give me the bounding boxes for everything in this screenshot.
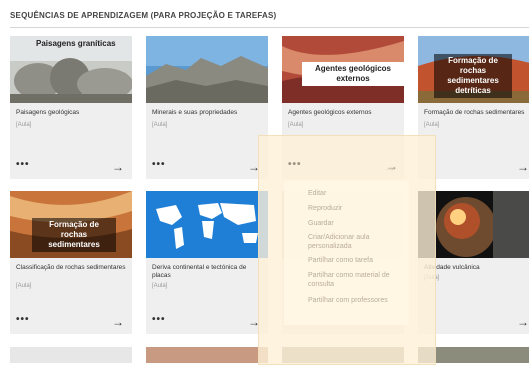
menu-item-partilhar-material[interactable]: Partilhar como material de consulta — [308, 272, 403, 289]
card-type: [Aula] — [16, 283, 32, 289]
menu-item-reproduzir[interactable]: Reproduzir — [308, 205, 403, 214]
thumbnail-caption: Formação de rochas sedimentares detrític… — [434, 54, 512, 98]
menu-item-partilhar-professores[interactable]: Partilhar com professores — [308, 297, 403, 306]
menu-item-partilhar-tarefa[interactable]: Partilhar como tarefa — [308, 257, 403, 266]
card-title: Deriva continental e tectónica de placas — [152, 264, 247, 279]
menu-item-editar[interactable]: Editar — [308, 190, 403, 199]
card-title: Classificação de rochas sedimentares — [16, 264, 126, 271]
lesson-card-partial[interactable] — [146, 347, 268, 363]
card-title: Paisagens geológicas — [16, 109, 80, 116]
more-options-button[interactable]: ••• — [152, 315, 166, 325]
open-arrow-icon[interactable]: → — [386, 160, 398, 172]
open-arrow-icon[interactable]: → — [112, 161, 124, 173]
thumbnail-caption: Agentes geológicos externos — [302, 62, 404, 86]
card-type: [Aula] — [152, 283, 168, 289]
card-type: [Aula] — [424, 122, 440, 128]
thumbnail-caption: Formação de rochas sedimentares — [32, 218, 116, 252]
more-options-button-active[interactable]: ••• — [288, 160, 302, 170]
open-arrow-icon[interactable]: → — [517, 316, 529, 328]
more-options-button[interactable]: ••• — [16, 160, 30, 170]
thumbnail-caption: Paisagens graníticas — [36, 39, 116, 48]
lesson-thumbnail — [146, 36, 268, 103]
lesson-card[interactable]: Paisagens graníticas Paisagens geológica… — [10, 36, 132, 179]
lesson-card[interactable]: Minerais e suas propriedades [Aula] ••• … — [146, 36, 268, 179]
menu-item-criar-aula[interactable]: Criar/Adicionar aula personalizada — [308, 234, 403, 251]
more-options-button[interactable]: ••• — [16, 315, 30, 325]
card-type: [Aula] — [288, 122, 304, 128]
section-title: SEQUÊNCIAS DE APRENDIZAGEM (PARA PROJEÇÃ… — [10, 11, 277, 20]
section-divider — [10, 27, 529, 28]
card-type: [Aula] — [16, 122, 32, 128]
lesson-card-partial[interactable] — [10, 347, 132, 363]
lesson-thumbnail — [146, 191, 268, 258]
card-type: [Aula] — [152, 122, 168, 128]
card-title: Minerais e suas propriedades — [152, 109, 238, 116]
lesson-card[interactable]: Deriva continental e tectónica de placas… — [146, 191, 268, 334]
lesson-card[interactable]: Formação de rochas sedimentares Classifi… — [10, 191, 132, 334]
card-title: Atividade vulcânica — [424, 264, 480, 271]
card-title: Formação de rochas sedimentares — [424, 109, 525, 116]
context-menu: Editar Reproduzir Guardar Criar/Adiciona… — [284, 181, 409, 325]
more-options-button[interactable]: ••• — [152, 160, 166, 170]
card-title: Agentes geológicos externos — [288, 109, 372, 116]
open-arrow-icon[interactable]: → — [517, 161, 529, 173]
open-arrow-icon[interactable]: → — [112, 316, 124, 328]
menu-item-guardar[interactable]: Guardar — [308, 220, 403, 229]
